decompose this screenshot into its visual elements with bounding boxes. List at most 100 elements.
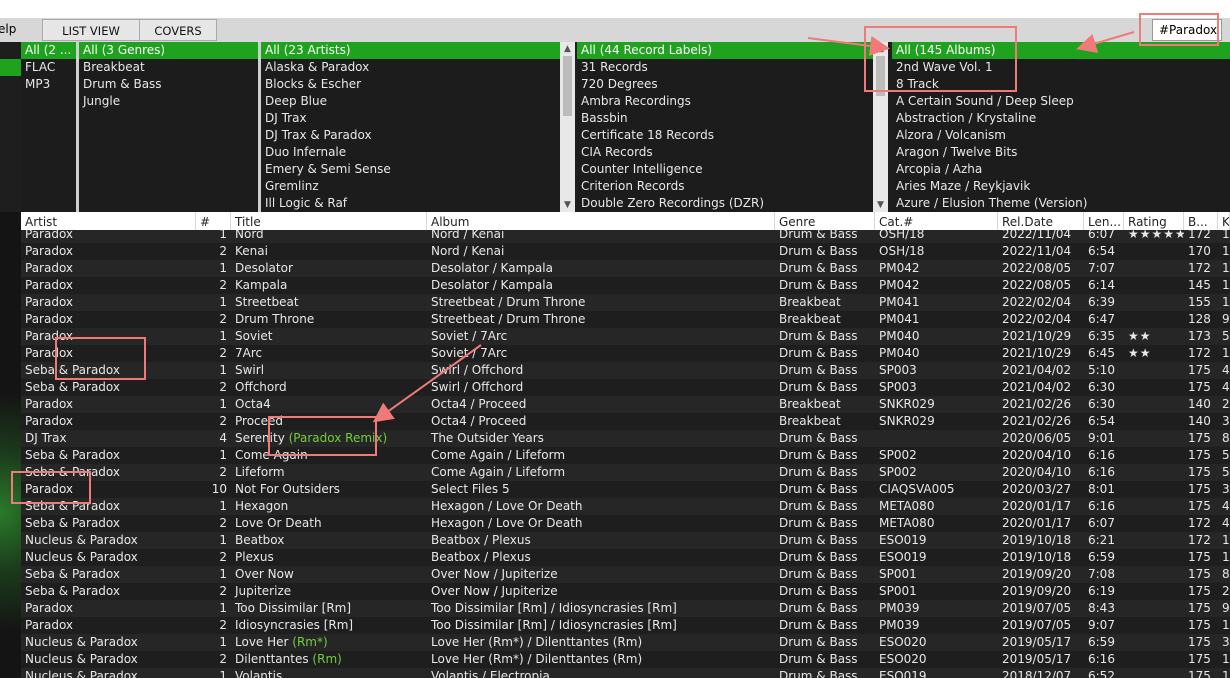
cell-genre: Drum & Bass [779,380,858,394]
track-table-body[interactable]: Paradox 1 Nord Nord / Kenai Drum & Bass OSH/1… [21,230,1230,678]
table-row[interactable]: Paradox 2 7Arc Soviet / 7Arc Drum & Bass PM04… [21,345,1230,362]
cell-artist: Paradox [25,397,74,411]
table-row[interactable]: Seba & Paradox 1 Over Now Over Now / Jupite… [21,566,1230,583]
table-row[interactable]: Seba & Paradox 2 Lifeform Come Again / Life… [21,464,1230,481]
artists-filter-item[interactable]: Blocks & Escher [261,76,560,93]
scroll-down-icon[interactable]: ▼ [560,198,575,212]
cell-release-date: 2019/09/20 [1002,567,1072,581]
artists-filter-item[interactable]: Ill Logic & Raf [261,195,560,212]
labels-filter-item[interactable]: Double Zero Recordings (DZR) [577,195,873,212]
column-header-title[interactable]: Title [231,212,427,230]
genres-filter-item[interactable]: Drum & Bass [79,76,258,93]
artists-filter-item[interactable]: DJ Trax & Paradox [261,127,560,144]
albums-filter-item[interactable]: A Certain Sound / Deep Sleep [892,93,1230,110]
albums-filter-item[interactable]: Azure / Elusion Theme (Version) [892,195,1230,212]
cell-genre: Breakbeat [779,295,841,309]
scroll-up-icon[interactable]: ▲ [560,42,575,56]
table-row[interactable]: Nucleus & Paradox 2 Plexus Beatbox / Plexus… [21,549,1230,566]
scrollbar-thumb[interactable] [563,56,572,116]
formats-filter-item[interactable]: MP3 [21,76,76,93]
albums-filter-item[interactable]: Aragon / Twelve Bits [892,144,1230,161]
albums-filter-item[interactable]: Alzora / Volcanism [892,127,1230,144]
annotation-box [55,337,146,380]
table-row[interactable]: Seba & Paradox 2 Offchord Swirl / Offchord D… [21,379,1230,396]
table-row[interactable]: Nucleus & Paradox 1 Love Her (Rm*) Love Her… [21,634,1230,651]
table-row[interactable]: Paradox 1 Desolator Desolator / Kampala Drum… [21,260,1230,277]
table-row[interactable]: Seba & Paradox 2 Love Or Death Hexagon / Lo… [21,515,1230,532]
cell-bpm: 175 [1188,465,1211,479]
menu-help[interactable]: elp [0,22,16,36]
column-header-key[interactable]: K [1218,212,1230,230]
artists-filter-item[interactable]: Duo Infernale [261,144,560,161]
labels-filter-item[interactable]: Certificate 18 Records [577,127,873,144]
list-view-button[interactable]: LIST VIEW [42,19,140,41]
formats-filter-item[interactable]: All (2 ... [21,42,76,59]
artist-list-scrollbar[interactable]: ▲ ▼ [560,42,575,212]
table-row[interactable]: Paradox 2 Proceed Octa4 / Proceed Breakbeat S… [21,413,1230,430]
genres-filter-item[interactable]: Jungle [79,93,258,110]
table-row[interactable]: Paradox 2 Kenai Nord / Kenai Drum & Bass OSH/… [21,243,1230,260]
genres-filter-item[interactable]: Breakbeat [79,59,258,76]
covers-button[interactable]: COVERS [139,19,217,41]
column-header-rating[interactable]: Rating [1124,212,1184,230]
cell-genre: Drum & Bass [779,465,858,479]
table-row[interactable]: Nucleus & Paradox 1 Beatbox Beatbox / Plexu… [21,532,1230,549]
albums-filter-item[interactable]: Aries Maze / Reykjavik [892,178,1230,195]
labels-filter-item[interactable]: Bassbin [577,110,873,127]
labels-filter-item[interactable]: Counter Intelligence [577,161,873,178]
table-row[interactable]: Nucleus & Paradox 2 Dilenttantes (Rm) Love … [21,651,1230,668]
column-header-artist[interactable]: Artist [21,212,196,230]
label-filter-list[interactable]: All (44 Record Labels) 31 Records 720 Degr… [577,42,873,212]
table-row[interactable]: Paradox 1 Soviet Soviet / 7Arc Drum & Bass PM… [21,328,1230,345]
albums-filter-item[interactable]: Arcopia / Azha [892,161,1230,178]
genre-filter-list[interactable]: All (3 Genres) Breakbeat Drum & Bass Jungle [79,42,258,212]
column-header-genre[interactable]: Genre [775,212,875,230]
column-header-release-date[interactable]: Rel.Date [998,212,1084,230]
format-filter-list[interactable]: All (2 ... FLAC MP3 [21,42,76,212]
column-header-bpm[interactable]: B... [1184,212,1218,230]
table-row[interactable]: Nucleus & Paradox 1 Volantis Volantis / Ele… [21,668,1230,678]
table-row[interactable]: Paradox 1 Nord Nord / Kenai Drum & Bass OSH/1… [21,230,1230,243]
scroll-down-icon[interactable]: ▼ [873,198,888,212]
title-text: Over Now [235,567,294,581]
formats-filter-item[interactable]: FLAC [21,59,76,76]
table-row[interactable]: Seba & Paradox 1 Come Again Come Again / Li… [21,447,1230,464]
table-row[interactable]: Paradox 1 Too Dissimilar [Rm] Too Dissimila… [21,600,1230,617]
cell-genre: Drum & Bass [779,567,858,581]
table-row[interactable]: Paradox 2 Drum Throne Streetbeat / Drum Thr… [21,311,1230,328]
table-row[interactable]: DJ Trax 4 Serenity (Paradox Remix) The Outs… [21,430,1230,447]
column-header-album[interactable]: Album [427,212,775,230]
labels-filter-item[interactable]: 720 Degrees [577,76,873,93]
artist-filter-list[interactable]: All (23 Artists) Alaska & Paradox Blocks &… [261,42,560,212]
cell-bpm: 175 [1188,380,1211,394]
cell-rating: ★★ [1128,329,1152,343]
artists-filter-item[interactable]: Emery & Semi Sense [261,161,560,178]
table-row[interactable]: Seba & Paradox 1 Hexagon Hexagon / Love Or … [21,498,1230,515]
artists-filter-item[interactable]: Deep Blue [261,93,560,110]
labels-filter-item[interactable]: Ambra Recordings [577,93,873,110]
table-row[interactable]: Paradox 1 Streetbeat Streetbeat / Drum Thro… [21,294,1230,311]
column-header-track-number[interactable]: # [196,212,231,230]
cell-bpm: 175 [1188,652,1211,666]
column-header-catalog-number[interactable]: Cat.# [875,212,998,230]
title-text: Soviet [235,329,273,343]
labels-filter-item[interactable]: 31 Records [577,59,873,76]
table-row[interactable]: Paradox 2 Kampala Desolator / Kampala Drum &… [21,277,1230,294]
labels-filter-item[interactable]: Criterion Records [577,178,873,195]
table-row[interactable]: Paradox 10 Not For Outsiders Select Files 5… [21,481,1230,498]
artists-filter-item[interactable]: Alaska & Paradox [261,59,560,76]
table-row[interactable]: Paradox 1 Octa4 Octa4 / Proceed Breakbeat SNK… [21,396,1230,413]
artists-filter-item[interactable]: All (23 Artists) [261,42,560,59]
column-header-length[interactable]: Len... [1084,212,1124,230]
albums-filter-item[interactable]: Abstraction / Krystaline [892,110,1230,127]
table-row[interactable]: Paradox 2 Idiosyncrasies [Rm] Too Dissimila… [21,617,1230,634]
labels-filter-item[interactable]: All (44 Record Labels) [577,42,873,59]
table-row[interactable]: Seba & Paradox 1 Swirl Swirl / Offchord Drum… [21,362,1230,379]
genres-filter-item[interactable]: All (3 Genres) [79,42,258,59]
cell-album: Octa4 / Proceed [431,414,527,428]
cell-artist: Paradox [25,261,74,275]
labels-filter-item[interactable]: CIA Records [577,144,873,161]
artists-filter-item[interactable]: DJ Trax [261,110,560,127]
table-row[interactable]: Seba & Paradox 2 Jupiterize Over Now / Jupi… [21,583,1230,600]
artists-filter-item[interactable]: Gremlinz [261,178,560,195]
